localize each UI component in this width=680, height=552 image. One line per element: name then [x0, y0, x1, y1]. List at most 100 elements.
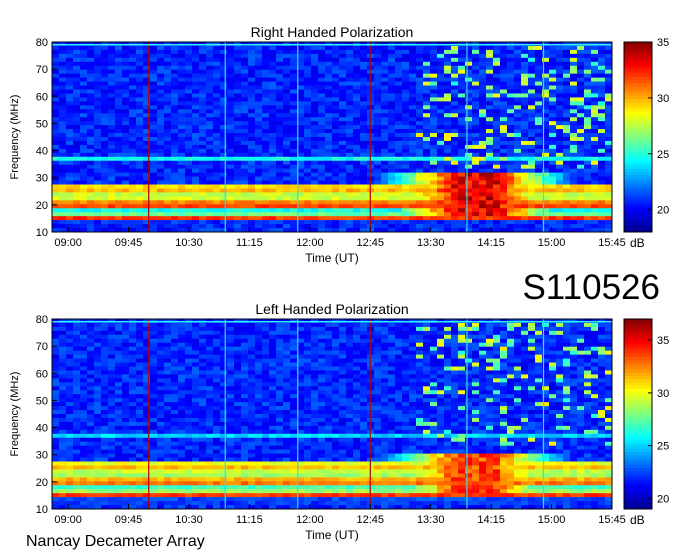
heatmap-cell [73, 77, 81, 82]
heatmap-cell [73, 208, 81, 213]
heatmap-cell [353, 73, 361, 79]
heatmap-cell [514, 152, 522, 158]
heatmap-cell [444, 57, 452, 63]
heatmap-cell [528, 85, 536, 90]
heatmap-cell [430, 129, 438, 134]
heatmap-cell [388, 53, 396, 59]
heatmap-cell [73, 61, 81, 67]
heatmap-cell [507, 164, 515, 170]
heatmap-cell [199, 164, 207, 170]
heatmap-cell [500, 188, 508, 193]
heatmap-cell [444, 180, 452, 185]
heatmap-cell [402, 180, 410, 185]
heatmap-cell [122, 148, 130, 154]
heatmap-cell [129, 53, 137, 59]
heatmap-cell [66, 117, 74, 122]
heatmap-cell [444, 65, 452, 71]
heatmap-cell [353, 69, 361, 75]
heatmap-cell [528, 362, 536, 367]
heatmap-cell [171, 85, 179, 90]
heatmap-cell [59, 73, 67, 79]
heatmap-cell [304, 176, 312, 181]
heatmap-cell [465, 176, 473, 181]
heatmap-cell [605, 144, 613, 150]
heatmap-cell [409, 125, 417, 130]
heatmap-cell [66, 121, 74, 126]
heatmap-cell [416, 354, 424, 359]
heatmap-cell [101, 330, 109, 336]
heatmap-cell [66, 160, 74, 166]
heatmap-cell [150, 184, 158, 189]
heatmap-cell [94, 192, 102, 197]
heatmap-cell [444, 117, 452, 122]
heatmap-cell [59, 224, 67, 229]
heatmap-cell [136, 204, 144, 209]
heatmap-cell [451, 188, 459, 193]
heatmap-cell [199, 192, 207, 197]
heatmap-cell [66, 97, 74, 102]
heatmap-cell [66, 204, 74, 209]
heatmap-cell [164, 109, 172, 114]
heatmap-cell [241, 172, 249, 177]
heatmap-cell [150, 89, 158, 94]
heatmap-cell [395, 140, 403, 146]
heatmap-cell [66, 85, 74, 90]
heatmap-cell [66, 224, 74, 229]
heatmap-cell [304, 342, 312, 348]
heatmap-cell [283, 69, 291, 75]
heatmap-cell [549, 97, 557, 102]
heatmap-cell [234, 220, 242, 225]
heatmap-cell [325, 61, 333, 67]
heatmap-cell [416, 129, 424, 134]
heatmap-cell [199, 176, 207, 181]
heatmap-cell [360, 140, 368, 146]
heatmap-cell [192, 53, 200, 59]
heatmap-cell [388, 168, 396, 174]
heatmap-cell [220, 168, 228, 174]
heatmap-cell [150, 216, 158, 221]
heatmap-cell [416, 93, 424, 98]
heatmap-cell [150, 69, 158, 75]
heatmap-cell [458, 192, 466, 197]
heatmap-cell [332, 168, 340, 174]
heatmap-cell [430, 57, 438, 63]
heatmap-cell [269, 184, 277, 189]
heatmap-cell [73, 216, 81, 221]
heatmap-cell [192, 148, 200, 154]
heatmap-cell [388, 144, 396, 150]
heatmap-cell [353, 133, 361, 138]
heatmap-cell [493, 180, 501, 185]
heatmap-cell [507, 180, 515, 185]
heatmap-cell [87, 69, 95, 75]
heatmap-cell [472, 220, 480, 225]
heatmap-cell [325, 330, 333, 336]
heatmap-cell [73, 326, 81, 332]
heatmap-cell [388, 77, 396, 82]
heatmap-cell [318, 330, 326, 336]
heatmap-cell [507, 81, 515, 86]
heatmap-cell [346, 152, 354, 158]
heatmap-cell [514, 121, 522, 126]
heatmap-cell [178, 89, 186, 94]
heatmap-cell [241, 200, 249, 205]
heatmap-cell [493, 85, 501, 90]
heatmap-cell [311, 45, 319, 51]
heatmap-cell [234, 362, 242, 367]
heatmap-cell [493, 172, 501, 177]
heatmap-cell [465, 164, 473, 170]
heatmap-cell [325, 342, 333, 348]
heatmap-cell [136, 101, 144, 106]
heatmap-cell [570, 208, 578, 213]
heatmap-cell [94, 326, 102, 332]
heatmap-cell [584, 148, 592, 154]
heatmap-cell [402, 350, 410, 356]
heatmap-cell [108, 129, 116, 134]
heatmap-cell [94, 65, 102, 71]
heatmap-cell [451, 53, 459, 59]
heatmap-cell [269, 53, 277, 59]
heatmap-cell [108, 65, 116, 71]
heatmap-cell [472, 334, 480, 340]
heatmap-cell [101, 224, 109, 229]
heatmap-cell [185, 148, 193, 154]
heatmap-cell [66, 65, 74, 71]
